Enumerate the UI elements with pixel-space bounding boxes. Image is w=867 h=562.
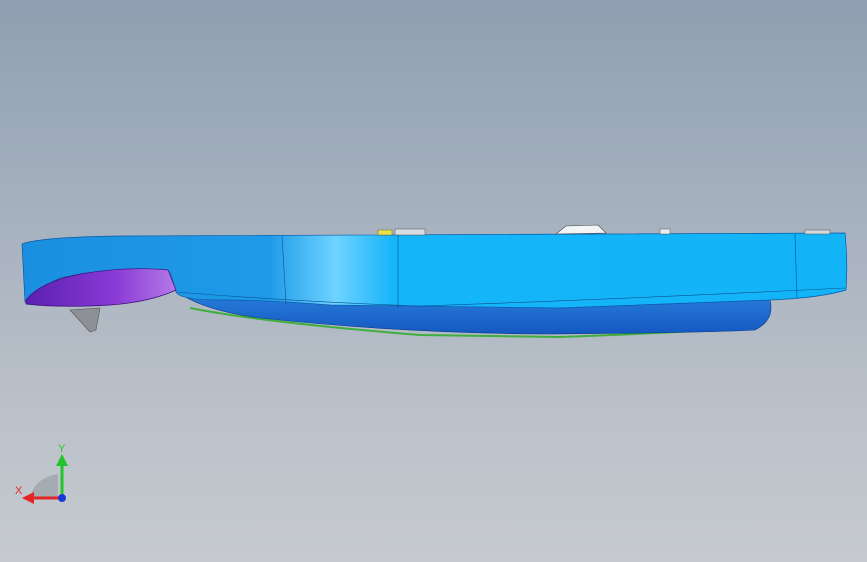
deck-part-right [659, 228, 671, 235]
3d-model[interactable] [0, 0, 867, 562]
deck-part-small [394, 228, 426, 236]
deck-part-far-right [804, 229, 831, 235]
stern-fin [69, 307, 101, 333]
y-axis-label: Y [58, 443, 66, 455]
yellow-deck-part [377, 229, 393, 236]
graphics-viewport[interactable]: X Y [0, 0, 867, 562]
triad-graphic [22, 454, 68, 504]
x-axis-label: X [15, 485, 23, 497]
white-deck-housing [555, 224, 607, 235]
orientation-triad: X Y [10, 438, 80, 510]
